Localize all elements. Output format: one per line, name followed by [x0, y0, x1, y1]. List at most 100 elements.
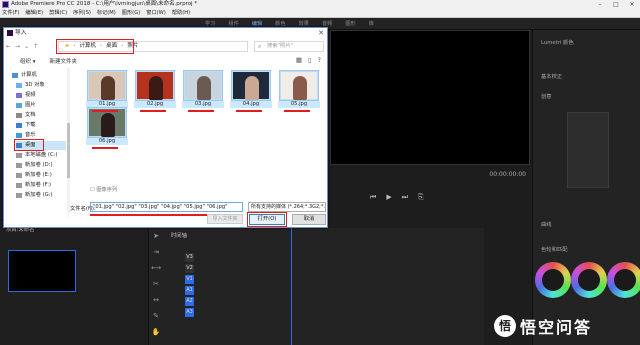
underline-04: [236, 110, 262, 112]
curves-header[interactable]: 曲线: [541, 220, 552, 228]
tab-libraries[interactable]: 库: [369, 18, 374, 30]
sidebar-item-drive-c[interactable]: 本地磁盘 (C:): [16, 151, 72, 160]
back-icon[interactable]: ←: [6, 43, 11, 50]
highlight-desktop: [14, 139, 44, 151]
menu-graphics[interactable]: 图形(G): [122, 9, 140, 17]
selection-tool-icon[interactable]: ➤: [153, 232, 159, 240]
menu-marker[interactable]: 标记(M): [97, 9, 116, 17]
sidebar-item-label: 3D 对象: [25, 82, 45, 88]
midtones-wheel[interactable]: [571, 262, 607, 298]
wukong-logo-icon: 悟: [494, 315, 516, 337]
preview-pane-icon[interactable]: ▯: [308, 56, 312, 64]
file-thumbnail[interactable]: 04.jpg: [230, 70, 272, 109]
color-wheels-header[interactable]: 色轮和匹配: [541, 245, 568, 253]
hand-tool-icon[interactable]: ✋: [152, 328, 161, 336]
track-a3[interactable]: A3: [185, 308, 194, 317]
export-frame-icon[interactable]: ⎘: [418, 193, 424, 202]
help-icon[interactable]: ?: [318, 56, 321, 64]
sidebar-item-label: 视频: [25, 92, 36, 98]
slip-tool-icon[interactable]: ↔: [153, 296, 159, 304]
file-name: 01.jpg: [86, 101, 128, 108]
filetype-select[interactable]: 所有支持的媒体 (*.264;*.3G2;*.: [248, 202, 326, 212]
program-monitor-controls: 00:00:00:00 ⏮ ▶ ⏭ ⎘: [330, 165, 530, 223]
menu-help[interactable]: 帮助(H): [172, 9, 190, 17]
step-back-icon[interactable]: ⏮: [370, 193, 376, 202]
menu-clip[interactable]: 剪辑(C): [49, 9, 67, 17]
app-title: Adobe Premiere Pro CC 2018 - C:\用户\lvmin…: [11, 1, 198, 7]
checkbox-icon[interactable]: ☐: [90, 187, 95, 193]
highlights-wheel[interactable]: [607, 262, 640, 298]
tab-graphics[interactable]: 图形: [345, 18, 355, 30]
import-folder-button[interactable]: 导入文件夹: [207, 214, 243, 224]
playhead[interactable]: [291, 228, 292, 345]
sidebar-item-documents[interactable]: 文档: [16, 111, 72, 120]
forward-icon[interactable]: →: [15, 43, 20, 50]
filename-input[interactable]: "01.jpg" "02.jpg" "03.jpg" "04.jpg" "05.…: [90, 202, 243, 212]
file-thumbnail[interactable]: 05.jpg: [278, 70, 320, 109]
track-v3[interactable]: V3: [185, 253, 194, 262]
pen-tool-icon[interactable]: ✎: [153, 312, 159, 320]
sidebar-item-drive-f[interactable]: 新加卷 (F:): [16, 181, 72, 190]
sidebar-scrollbar[interactable]: [67, 68, 70, 213]
cancel-button[interactable]: 取消: [292, 214, 326, 225]
track-a1[interactable]: A1: [185, 286, 194, 295]
close-icon[interactable]: ✕: [624, 0, 640, 9]
file-thumbnail[interactable]: 06.jpg: [86, 107, 128, 146]
razor-tool-icon[interactable]: ✂: [153, 280, 159, 288]
file-name: 06.jpg: [86, 138, 128, 145]
menu-sequence[interactable]: 序列(S): [73, 9, 91, 17]
sidebar-item-3d-objects[interactable]: 3D 对象: [16, 81, 72, 90]
image-sequence-option[interactable]: ☐ 图像序列: [90, 186, 117, 193]
maximize-icon[interactable]: □: [608, 0, 624, 9]
chevron-down-icon[interactable]: ⌄: [24, 43, 29, 50]
sidebar-item-drive-g[interactable]: 新加卷 (G:): [16, 191, 72, 200]
search-icon: ⌕: [258, 43, 262, 50]
project-bin-thumbnail[interactable]: [8, 250, 76, 292]
look-preview[interactable]: [567, 112, 609, 188]
sidebar-item-videos[interactable]: 视频: [16, 91, 72, 100]
view-options-icon[interactable]: ▦: [296, 56, 302, 64]
shadows-wheel[interactable]: [535, 262, 571, 298]
search-input[interactable]: ⌕ 搜索"照片": [254, 41, 324, 52]
import-dialog: 导入 ✕ ← → ⌄ ↑ ▰ › 计算机 › 桌面 › 照片 ⌕ 搜索"照片" …: [3, 27, 328, 228]
sidebar-item-pictures[interactable]: 图片: [16, 101, 72, 110]
menu-window[interactable]: 窗口(W): [146, 9, 166, 17]
underline-02: [140, 110, 166, 112]
file-thumbnail[interactable]: 02.jpg: [134, 70, 176, 109]
underline-05: [284, 110, 310, 112]
file-thumbnail[interactable]: 01.jpg: [86, 70, 128, 109]
step-forward-icon[interactable]: ⏭: [402, 193, 408, 202]
computer-icon: [12, 73, 18, 78]
organize-button[interactable]: 组织 ▾: [20, 57, 36, 65]
ripple-edit-tool-icon[interactable]: ⟷: [151, 264, 161, 272]
window-controls: – □ ✕: [592, 0, 640, 9]
up-icon[interactable]: ↑: [33, 43, 38, 50]
menu-file[interactable]: 文件(F): [2, 9, 19, 17]
photo-image: [279, 70, 319, 101]
watermark-text: 悟空问答: [520, 318, 593, 337]
basic-correction-header[interactable]: 基本校正: [541, 72, 562, 80]
track-v1[interactable]: V1: [185, 275, 194, 284]
menu-edit[interactable]: 编辑(E): [25, 9, 43, 17]
minimize-icon[interactable]: –: [592, 0, 608, 9]
track-a2[interactable]: A2: [185, 297, 194, 306]
cube-icon: [16, 83, 22, 88]
play-icon[interactable]: ▶: [386, 193, 391, 202]
new-folder-button[interactable]: 新建文件夹: [50, 57, 78, 65]
tools-panel: ➤ ⇥ ⟷ ✂ ↔ ✎ ✋ T: [150, 232, 162, 345]
track-v2[interactable]: V2: [185, 264, 194, 273]
file-thumbnail[interactable]: 03.jpg: [182, 70, 224, 109]
creative-header[interactable]: 创意: [541, 92, 552, 100]
document-icon: [16, 113, 22, 118]
program-monitor[interactable]: [330, 30, 530, 165]
sidebar-item-computer[interactable]: 计算机: [12, 71, 68, 80]
highlight-open: [247, 212, 287, 227]
track-select-tool-icon[interactable]: ⇥: [153, 248, 159, 256]
close-icon[interactable]: ✕: [318, 28, 324, 38]
sidebar-item-drive-d[interactable]: 新加卷 (D:): [16, 161, 72, 170]
disk-icon: [16, 173, 22, 178]
sidebar-item-drive-e[interactable]: 新加卷 (E:): [16, 171, 72, 180]
sidebar-item-downloads[interactable]: 下载: [16, 121, 72, 130]
sidebar-item-label: 下载: [25, 122, 36, 128]
file-name: 02.jpg: [134, 101, 176, 108]
